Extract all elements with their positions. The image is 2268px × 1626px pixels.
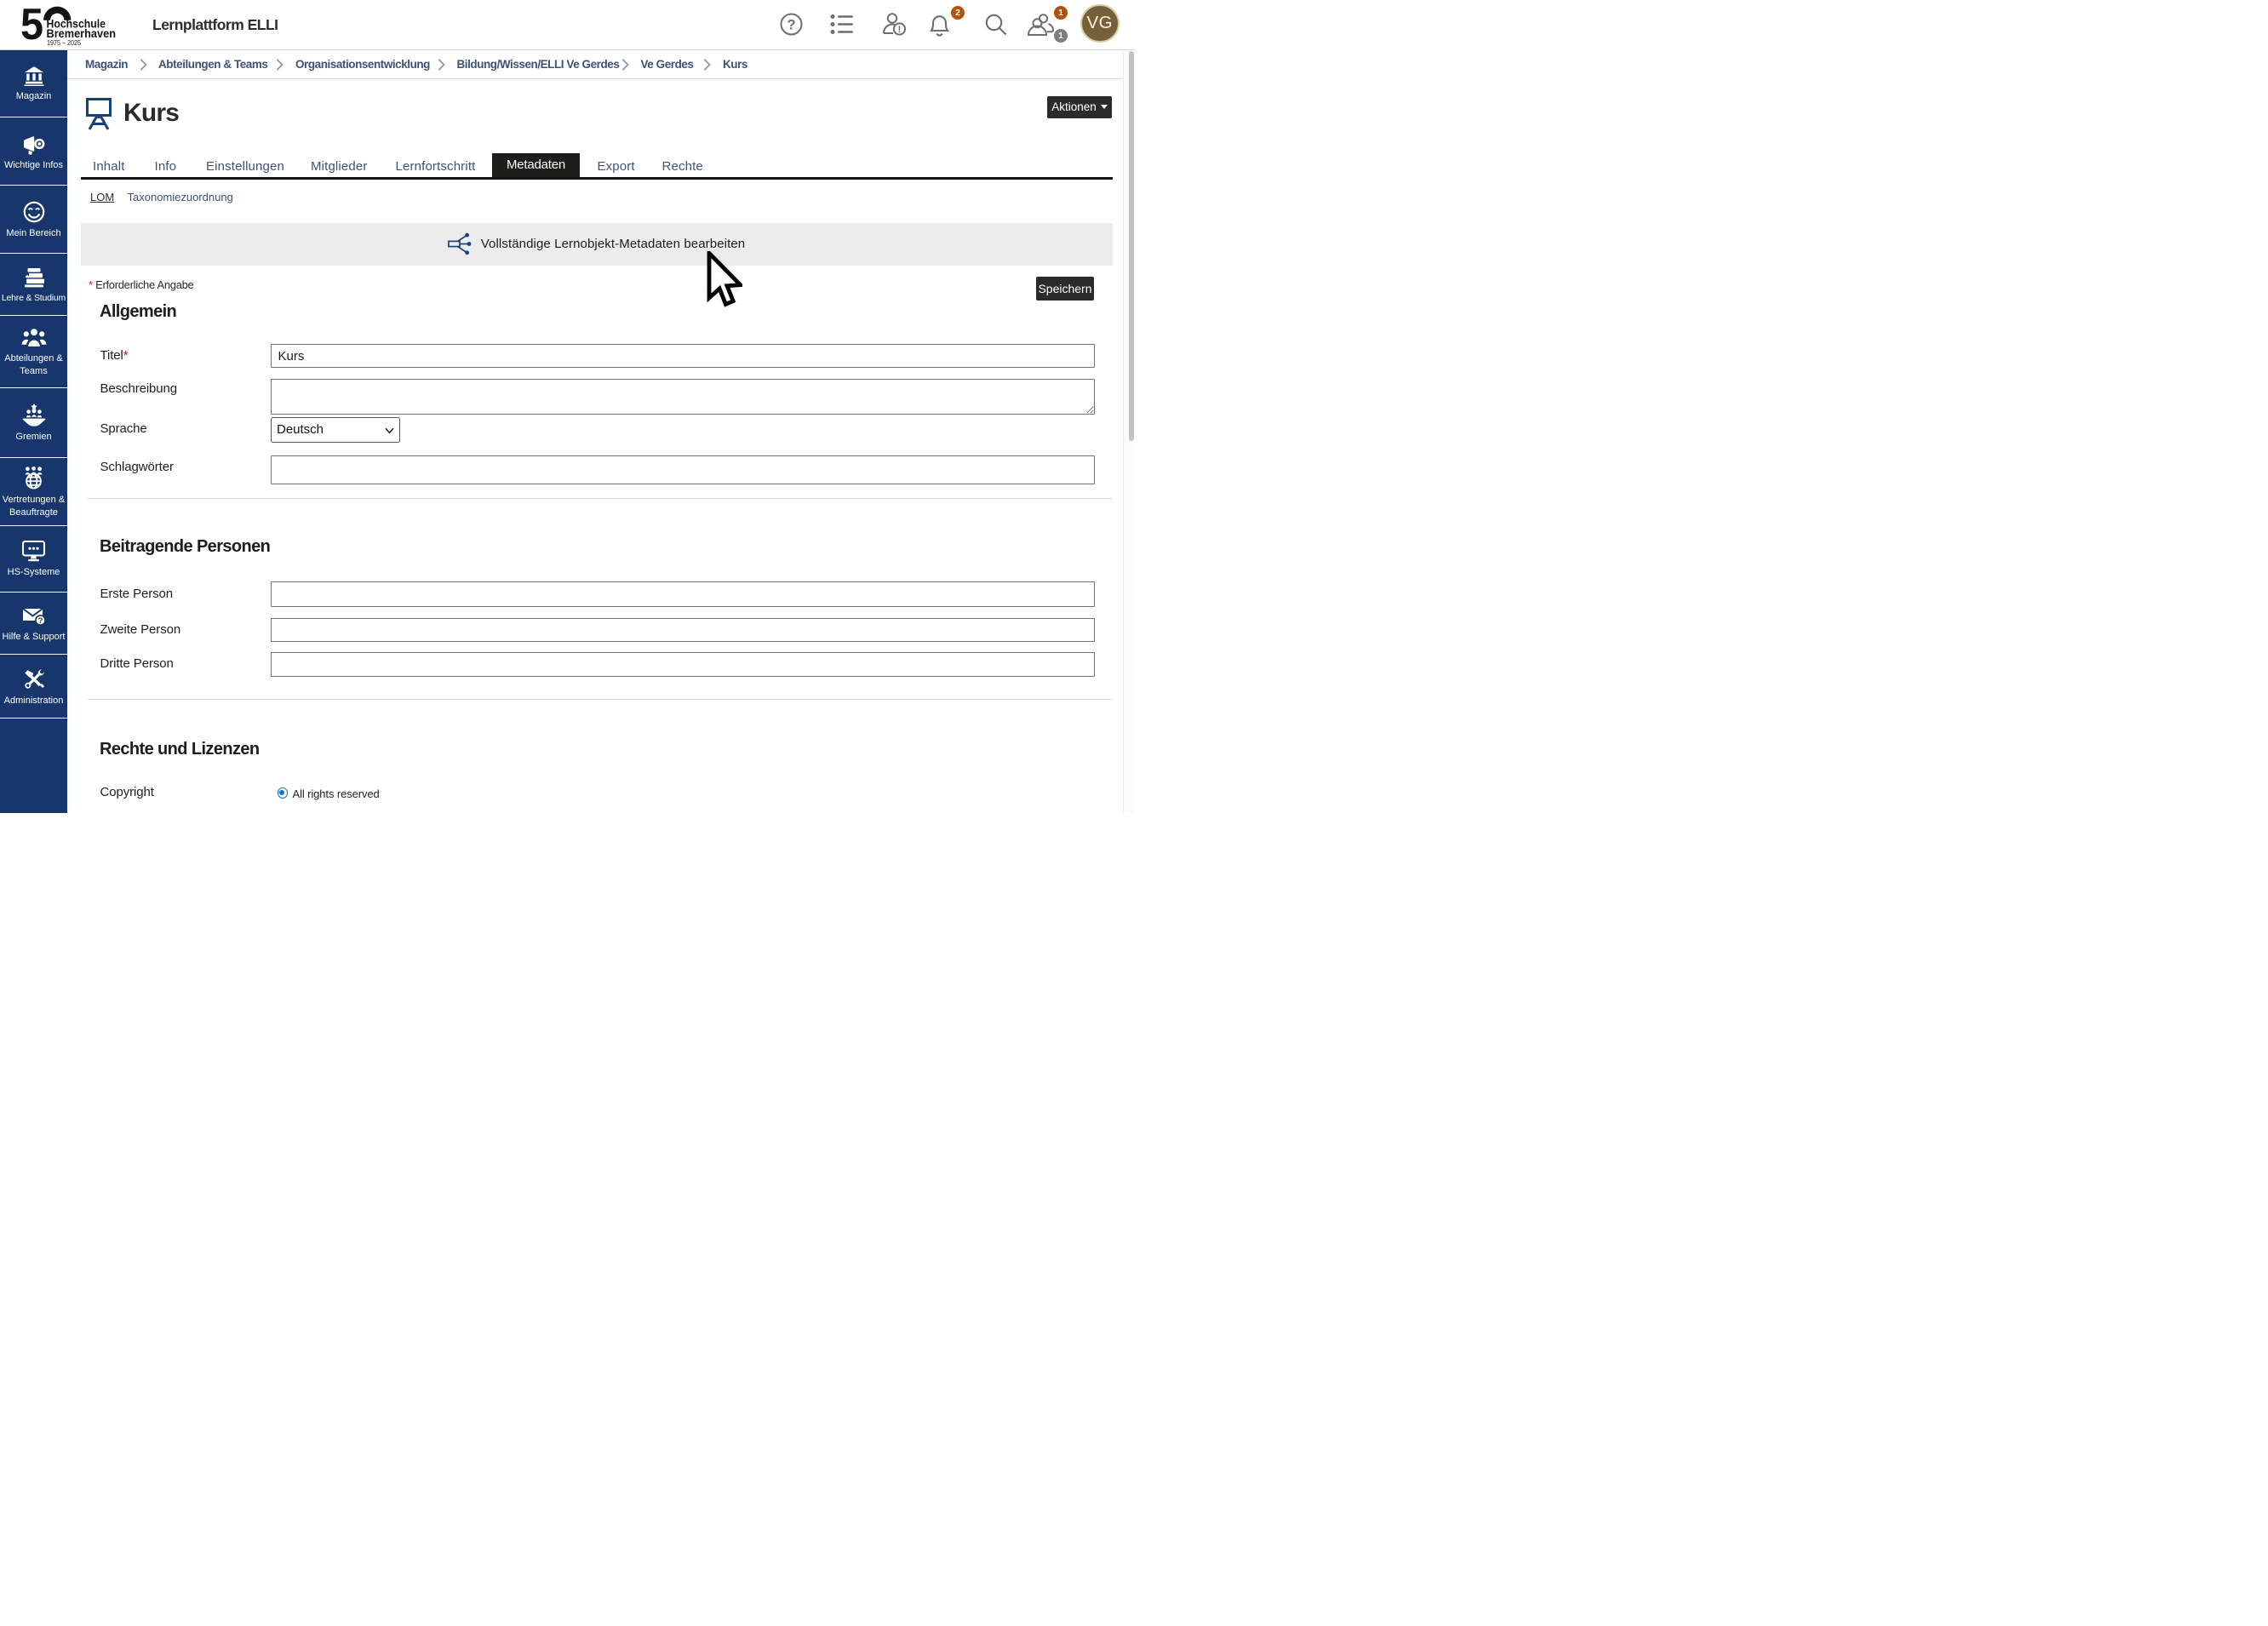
svg-text:?: ? bbox=[37, 616, 43, 626]
svg-text:5: 5 bbox=[21, 5, 43, 48]
svg-text:?: ? bbox=[787, 18, 795, 33]
svg-text:1975 – 2025: 1975 – 2025 bbox=[47, 38, 81, 47]
svg-text:!: ! bbox=[898, 25, 902, 35]
